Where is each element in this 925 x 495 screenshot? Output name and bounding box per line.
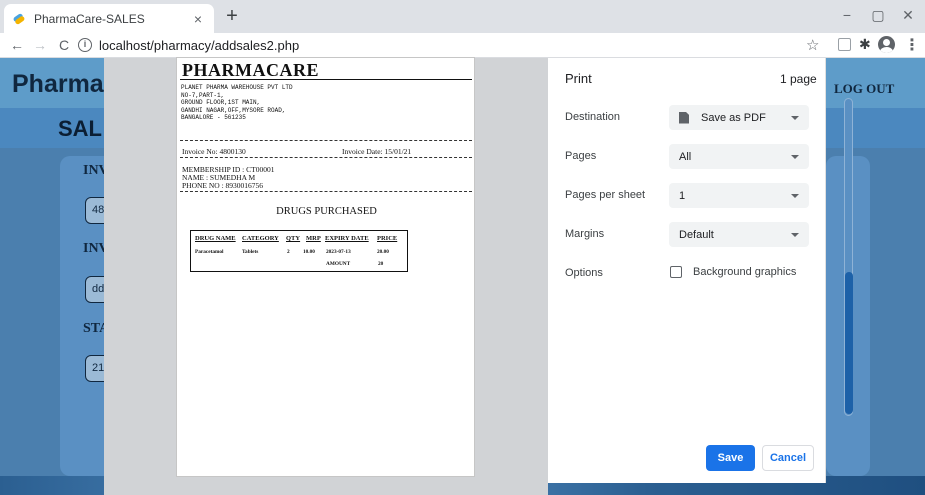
dashed-divider: [180, 157, 472, 158]
margins-label: Margins: [565, 228, 605, 240]
margins-select[interactable]: Default: [669, 222, 809, 247]
invoice-number: Invoice No: 4800130: [182, 147, 246, 156]
margins-value: Default: [679, 228, 714, 241]
extension-icon[interactable]: [838, 38, 851, 51]
minimize-icon[interactable]: −: [832, 7, 862, 23]
background-graphics-label[interactable]: Background graphics: [693, 266, 796, 278]
table-header: MRP: [306, 235, 321, 242]
table-cell: Tablets: [242, 249, 259, 255]
options-label: Options: [565, 267, 603, 279]
logout-link[interactable]: LOG OUT: [834, 81, 894, 97]
table-header: QTY: [286, 235, 301, 242]
pages-label: Pages: [565, 150, 597, 162]
destination-label: Destination: [565, 111, 621, 123]
cancel-button[interactable]: Cancel: [762, 445, 814, 471]
pages-per-sheet-select[interactable]: 1: [669, 183, 809, 208]
table-header: EXPIRY DATE: [325, 235, 369, 242]
browser-tab[interactable]: PharmaCare-SALES ×: [4, 4, 214, 33]
chevron-down-icon: [791, 232, 799, 237]
document-icon: [679, 111, 689, 124]
address-line: BANGALORE - 561235: [181, 114, 246, 121]
forward-arrow-icon[interactable]: →: [31, 36, 49, 54]
chevron-down-icon: [791, 115, 799, 120]
table-header: CATEGORY: [242, 235, 279, 242]
pages-value: All: [679, 150, 692, 163]
new-tab-button[interactable]: +: [221, 6, 243, 28]
company-address: PLANET PHARMA WAREHOUSE PVT LTD NO-7,PAR…: [181, 84, 293, 122]
back-arrow-icon[interactable]: ←: [8, 36, 26, 54]
destination-value: Save as PDF: [701, 111, 766, 124]
chevron-down-icon: [791, 154, 799, 159]
invoice-title: PHARMACARE: [182, 60, 319, 80]
bookmark-star-icon[interactable]: ☆: [806, 36, 819, 54]
pages-select[interactable]: All: [669, 144, 809, 169]
window-close-icon[interactable]: ✕: [893, 7, 923, 24]
print-settings-panel: Print 1 page Destination Save as PDF Pag…: [548, 58, 826, 483]
dashed-divider: [180, 140, 472, 141]
amount-value: 20: [378, 261, 384, 267]
address-line: NO-7,PART-1,: [181, 91, 225, 99]
destination-select[interactable]: Save as PDF: [669, 105, 809, 130]
tab-title: PharmaCare-SALES: [34, 11, 145, 26]
print-title: Print: [565, 71, 592, 86]
table-cell: 2: [287, 249, 290, 255]
address-line: GROUND FLOOR,1ST MAIN,: [181, 99, 261, 106]
page-scrollbar-thumb[interactable]: [845, 272, 853, 414]
background-graphics-checkbox[interactable]: [670, 266, 682, 278]
drugs-purchased-heading: DRUGS PURCHASED: [276, 206, 377, 217]
save-button[interactable]: Save: [706, 445, 755, 471]
table-cell: 10.00: [303, 249, 315, 255]
table-cell: Paracetamol: [195, 249, 224, 255]
tab-strip: PharmaCare-SALES × + − ▢ ✕: [0, 0, 925, 33]
page-count: 1 page: [780, 72, 817, 86]
browser-toolbar: ← → C i localhost/pharmacy/addsales2.php…: [0, 33, 925, 58]
drugs-table: DRUG NAME CATEGORY QTY MRP EXPIRY DATE P…: [190, 230, 408, 272]
profile-avatar-icon[interactable]: [878, 36, 895, 53]
dashed-divider: [180, 191, 472, 192]
table-header: DRUG NAME: [195, 235, 236, 242]
pharmacy-favicon-icon: [12, 12, 26, 26]
extensions-puzzle-icon[interactable]: ✱: [859, 36, 871, 53]
pages-per-sheet-value: 1: [679, 189, 686, 202]
amount-label: AMOUNT: [326, 261, 351, 267]
invoice-preview-sheet: PHARMACARE PLANET PHARMA WAREHOUSE PVT L…: [176, 57, 475, 477]
url-text[interactable]: localhost/pharmacy/addsales2.php: [99, 38, 299, 53]
tab-close-icon[interactable]: ×: [190, 11, 206, 27]
table-cell: 2023-07-13: [326, 249, 351, 255]
browser-menu-icon[interactable]: ⋮: [904, 35, 920, 55]
site-info-icon[interactable]: i: [78, 38, 92, 52]
address-line: PLANET PHARMA WAREHOUSE PVT LTD: [181, 84, 293, 91]
title-divider: [180, 79, 472, 80]
address-bar[interactable]: i localhost/pharmacy/addsales2.php: [78, 34, 828, 56]
chevron-down-icon: [791, 193, 799, 198]
address-line: GANDHI NAGAR,OFF,MYSORE ROAD,: [181, 106, 286, 114]
sales-title: SAL: [58, 116, 102, 141]
table-cell: 20.00: [377, 249, 389, 255]
maximize-icon[interactable]: ▢: [863, 7, 893, 24]
pages-per-sheet-label: Pages per sheet: [565, 189, 646, 201]
customer-phone: PHONE NO : 8930016756: [182, 181, 264, 190]
brand-title: Pharma: [12, 70, 104, 98]
invoice-date: Invoice Date: 15/01/21: [342, 147, 412, 156]
table-header: PRICE: [377, 235, 398, 242]
reload-icon[interactable]: C: [55, 36, 73, 54]
